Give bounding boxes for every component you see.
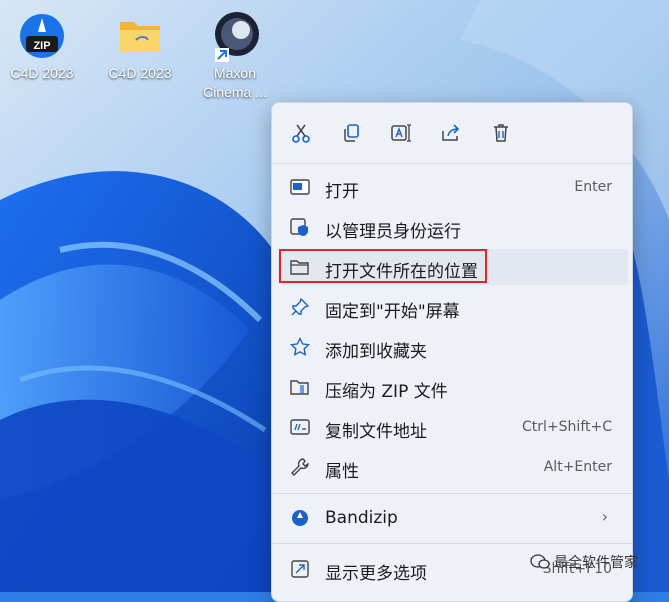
copy-icon: [344, 124, 359, 142]
wrench-icon: [291, 458, 309, 476]
menu-item-label: 压缩为 ZIP 文件: [325, 382, 448, 402]
menu-item-bandizip[interactable]: Bandizip ›: [278, 500, 628, 536]
delete-icon: [494, 124, 508, 142]
menu-item-label: 添加到收藏夹: [325, 342, 427, 362]
desktop-icon-folder[interactable]: C4D 2023: [100, 10, 180, 83]
menu-item-shortcut: Enter: [574, 179, 612, 195]
chevron-right-icon: ›: [601, 507, 608, 526]
copy-button[interactable]: [337, 119, 365, 147]
bandizip-icon: [292, 510, 308, 526]
pin-icon: [291, 297, 310, 316]
menu-item-open[interactable]: 打开 Enter: [278, 169, 628, 205]
zip-folder-icon: [290, 380, 309, 395]
rename-button[interactable]: [387, 119, 415, 147]
menu-item-label: 属性: [325, 462, 359, 482]
watermark: 最全软件管家: [530, 552, 638, 572]
star-icon: [290, 337, 310, 356]
desktop-icon-zip[interactable]: ZIP C4D 2023: [2, 10, 82, 83]
menu-item-compress-zip[interactable]: 压缩为 ZIP 文件: [278, 369, 628, 405]
watermark-text: 最全软件管家: [554, 555, 638, 571]
menu-separator: [272, 543, 632, 544]
context-menu: 打开 Enter 以管理员身份运行 打开文件所在的位置 固定到"开始"屏幕 添加…: [271, 102, 633, 602]
cut-icon: [292, 124, 310, 143]
desktop-icon-cinema4d[interactable]: Maxon Cinema ...: [195, 10, 275, 102]
share-icon: [442, 124, 460, 141]
menu-item-open-file-location[interactable]: 打开文件所在的位置: [278, 249, 628, 285]
menu-separator: [272, 163, 632, 164]
bandizip-zip-icon: ZIP: [16, 10, 68, 62]
more-options-icon: [291, 560, 309, 578]
menu-item-copy-path[interactable]: 复制文件地址 Ctrl+Shift+C: [278, 409, 628, 445]
open-app-icon: [290, 179, 310, 195]
admin-shield-icon: [290, 218, 308, 236]
share-button[interactable]: [437, 119, 465, 147]
menu-separator: [272, 493, 632, 494]
menu-item-label: 以管理员身份运行: [325, 222, 461, 242]
menu-item-run-as-admin[interactable]: 以管理员身份运行: [278, 209, 628, 245]
menu-item-label: 固定到"开始"屏幕: [325, 302, 460, 322]
menu-item-shortcut: Alt+Enter: [543, 459, 612, 475]
desktop-icon-label: C4D 2023: [10, 65, 74, 81]
copy-path-icon: [290, 419, 310, 435]
menu-item-pin-to-start[interactable]: 固定到"开始"屏幕: [278, 289, 628, 325]
delete-button[interactable]: [487, 119, 515, 147]
menu-item-properties[interactable]: 属性 Alt+Enter: [278, 449, 628, 485]
menu-toolbar: [272, 117, 632, 149]
folder-open-icon: [290, 260, 309, 275]
menu-item-add-to-favorites[interactable]: 添加到收藏夹: [278, 329, 628, 365]
wechat-icon: [530, 554, 550, 569]
menu-item-shortcut: Ctrl+Shift+C: [522, 419, 612, 435]
desktop-icon-label: Maxon Cinema ...: [203, 65, 267, 100]
menu-item-label: 显示更多选项: [325, 564, 427, 584]
folder-icon: [114, 10, 166, 62]
menu-item-label: Bandizip: [325, 508, 398, 528]
rename-icon: [391, 124, 411, 142]
cut-button[interactable]: [287, 119, 315, 147]
menu-item-label: 复制文件地址: [325, 422, 427, 442]
menu-item-label: 打开文件所在的位置: [325, 262, 478, 282]
desktop-icon-label: C4D 2023: [108, 65, 172, 81]
menu-item-label: 打开: [325, 182, 359, 202]
cinema4d-shortcut-icon: [209, 10, 261, 62]
zip-badge-text: ZIP: [33, 40, 50, 52]
